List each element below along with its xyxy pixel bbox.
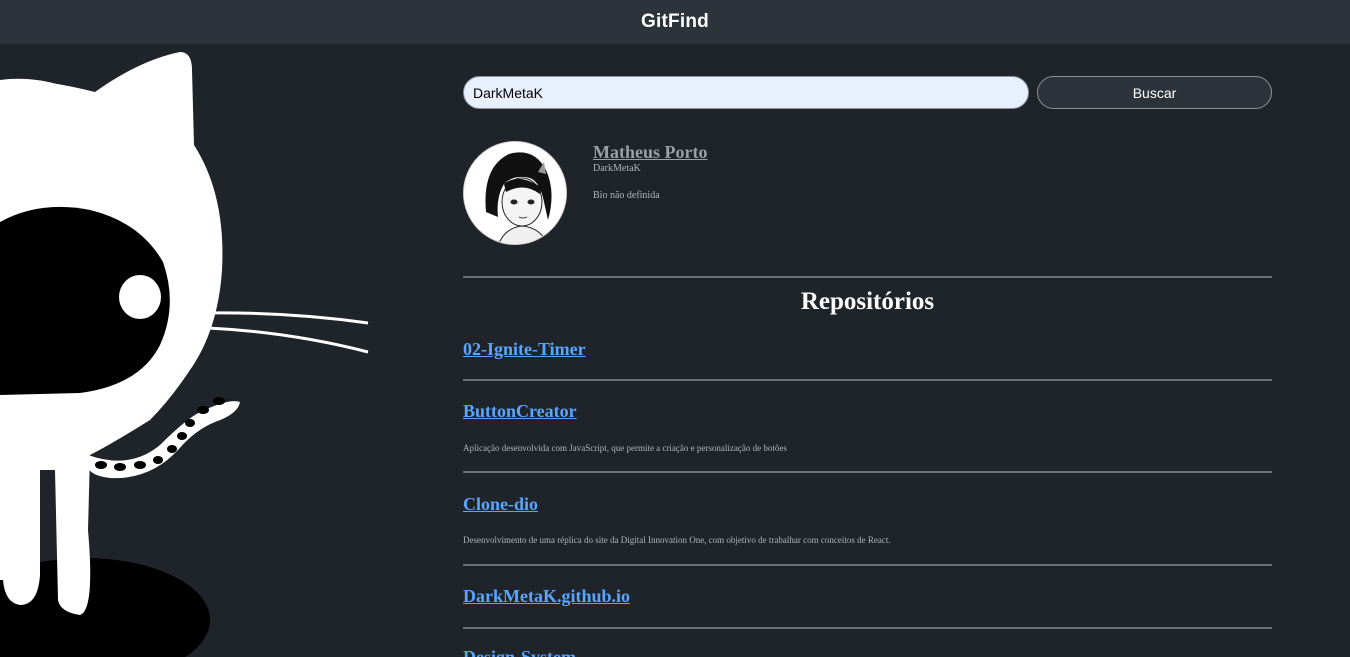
repo-divider	[463, 564, 1272, 566]
search-input[interactable]	[463, 76, 1029, 109]
repo-description: Aplicação desenvolvida com JavaScript, q…	[463, 443, 787, 453]
repo-link[interactable]: 02-Ignite-Timer	[463, 339, 586, 360]
avatar	[463, 141, 567, 245]
repo-divider	[463, 627, 1272, 629]
repos-heading: Repositórios	[800, 288, 935, 315]
octocat-illustration	[0, 52, 369, 657]
repo-description: Desenvolvimento de uma réplica do site d…	[463, 535, 891, 545]
repo-link[interactable]: Clone-dio	[463, 494, 538, 515]
repo-divider	[463, 471, 1272, 473]
repo-divider	[463, 379, 1272, 381]
profile-divider	[463, 276, 1272, 278]
profile-name[interactable]: Matheus Porto	[593, 142, 707, 163]
app-title: GitFind	[641, 11, 709, 32]
avatar-image	[464, 142, 566, 244]
profile-login: DarkMetaK	[593, 163, 641, 174]
search-button[interactable]: Buscar	[1037, 76, 1272, 109]
repo-link[interactable]: Design-System	[463, 647, 576, 657]
repo-link[interactable]: ButtonCreator	[463, 401, 577, 422]
top-bar: GitFind	[0, 0, 1350, 44]
profile-bio: Bio não definida	[593, 190, 660, 201]
repo-link[interactable]: DarkMetaK.github.io	[463, 586, 630, 607]
